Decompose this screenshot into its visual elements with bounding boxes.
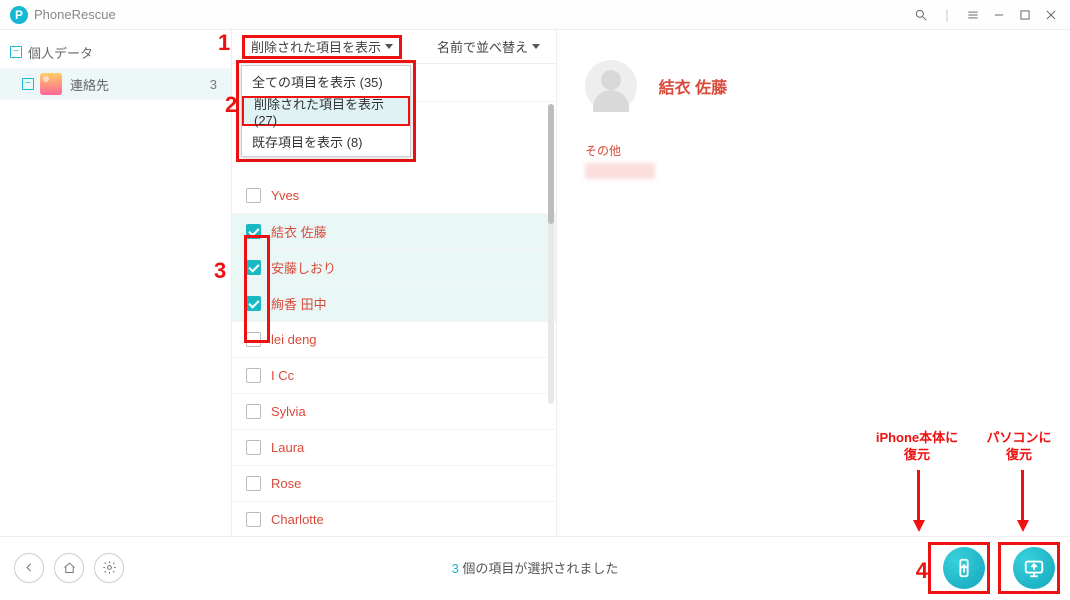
filter-current: 削除された項目を表示 (251, 37, 381, 56)
filter-option[interactable]: 既存項目を表示 (8) (242, 126, 410, 156)
list-item[interactable]: Sylvia (232, 394, 556, 430)
annotation-arrowhead (913, 520, 925, 532)
back-button[interactable] (14, 553, 44, 583)
title-bar: P PhoneRescue | (0, 0, 1070, 30)
filter-option[interactable]: 削除された項目を表示 (27) (242, 96, 410, 126)
app-title: PhoneRescue (34, 7, 116, 22)
detail-other-label: その他 (585, 142, 1042, 159)
chevron-down-icon (385, 44, 393, 49)
recover-to-pc-highlight (998, 542, 1060, 594)
annotation-arrowhead (1017, 520, 1029, 532)
list-item[interactable]: 結衣 佐藤 (232, 214, 556, 250)
collapse-icon[interactable]: − (22, 78, 34, 90)
app-logo: P (10, 6, 28, 24)
recover-to-device-highlight (928, 542, 990, 594)
list-item[interactable]: lei deng (232, 322, 556, 358)
contact-list-pane: 削除された項目を表示 名前で並べ替え O=-ECMQOCOMC9QC Yves (232, 30, 557, 536)
divider-icon: | (936, 4, 958, 26)
filter-dropdown-panel-highlight: 全ての項目を表示 (35) 削除された項目を表示 (27) 既存項目を表示 (8… (236, 60, 416, 162)
contact-name: Laura (271, 440, 304, 455)
checkbox[interactable] (246, 368, 261, 383)
footer-bar: 3 個の項目が選択されました (0, 536, 1070, 598)
contact-name: 絢香 田中 (271, 294, 327, 313)
close-button[interactable] (1040, 4, 1062, 26)
list-item[interactable]: Laura (232, 430, 556, 466)
sidebar: − 個人データ − 連絡先 3 (0, 30, 232, 536)
sidebar-root[interactable]: − 個人データ (0, 36, 231, 68)
contacts-icon (40, 73, 62, 95)
avatar (585, 60, 637, 112)
maximize-button[interactable] (1014, 4, 1036, 26)
checkbox[interactable] (246, 512, 261, 527)
contact-name: 安藤しおり (271, 258, 336, 277)
filter-option[interactable]: 全ての項目を表示 (35) (242, 66, 410, 96)
contact-name: lei deng (271, 332, 317, 347)
search-icon[interactable] (910, 4, 932, 26)
menu-icon[interactable] (962, 4, 984, 26)
filter-dropdown-panel: 全ての項目を表示 (35) 削除された項目を表示 (27) 既存項目を表示 (8… (241, 65, 411, 157)
sort-dropdown[interactable]: 名前で並べ替え (431, 35, 546, 59)
minimize-button[interactable] (988, 4, 1010, 26)
detail-other-value (585, 163, 655, 179)
contact-name: I Cc (271, 368, 294, 383)
checkbox[interactable] (246, 404, 261, 419)
recover-to-device-button[interactable] (943, 547, 985, 589)
annotation-3-box (244, 235, 270, 343)
contact-name: 結衣 佐藤 (271, 222, 327, 241)
collapse-icon[interactable]: − (10, 46, 22, 58)
detail-contact-name: 結衣 佐藤 (659, 74, 727, 98)
settings-button[interactable] (94, 553, 124, 583)
contact-name: Charlotte (271, 512, 324, 527)
list-item[interactable]: 絢香 田中 (232, 286, 556, 322)
filter-dropdown[interactable]: 削除された項目を表示 (242, 35, 402, 59)
checkbox[interactable] (246, 440, 261, 455)
scrollbar-thumb[interactable] (548, 104, 554, 224)
annotation-label-device: iPhone本体に復元 (872, 430, 962, 464)
contact-name: Rose (271, 476, 301, 491)
sort-label: 名前で並べ替え (437, 37, 528, 56)
annotation-arrow (1021, 470, 1024, 522)
sidebar-item-label: 連絡先 (70, 75, 204, 94)
annotation-label-pc: パソコンに復元 (984, 430, 1054, 464)
recover-to-pc-button[interactable] (1013, 547, 1055, 589)
list-item[interactable]: Rose (232, 466, 556, 502)
sidebar-item-contacts[interactable]: − 連絡先 3 (0, 68, 231, 100)
chevron-down-icon (532, 44, 540, 49)
home-button[interactable] (54, 553, 84, 583)
status-label: 個の項目が選択されました (462, 561, 618, 576)
contact-name: Sylvia (271, 404, 306, 419)
annotation-arrow (917, 470, 920, 522)
sidebar-root-label: 個人データ (28, 43, 221, 62)
checkbox[interactable] (246, 476, 261, 491)
list-item[interactable]: I Cc (232, 358, 556, 394)
list-item[interactable]: Yves (232, 178, 556, 214)
status-count: 3 (452, 561, 459, 576)
checkbox[interactable] (246, 188, 261, 203)
list-item[interactable]: 安藤しおり (232, 250, 556, 286)
list-item[interactable]: Charlotte (232, 502, 556, 536)
contact-name: Yves (271, 188, 299, 203)
status-text: 3 個の項目が選択されました (452, 558, 619, 577)
sidebar-item-count: 3 (210, 77, 217, 92)
